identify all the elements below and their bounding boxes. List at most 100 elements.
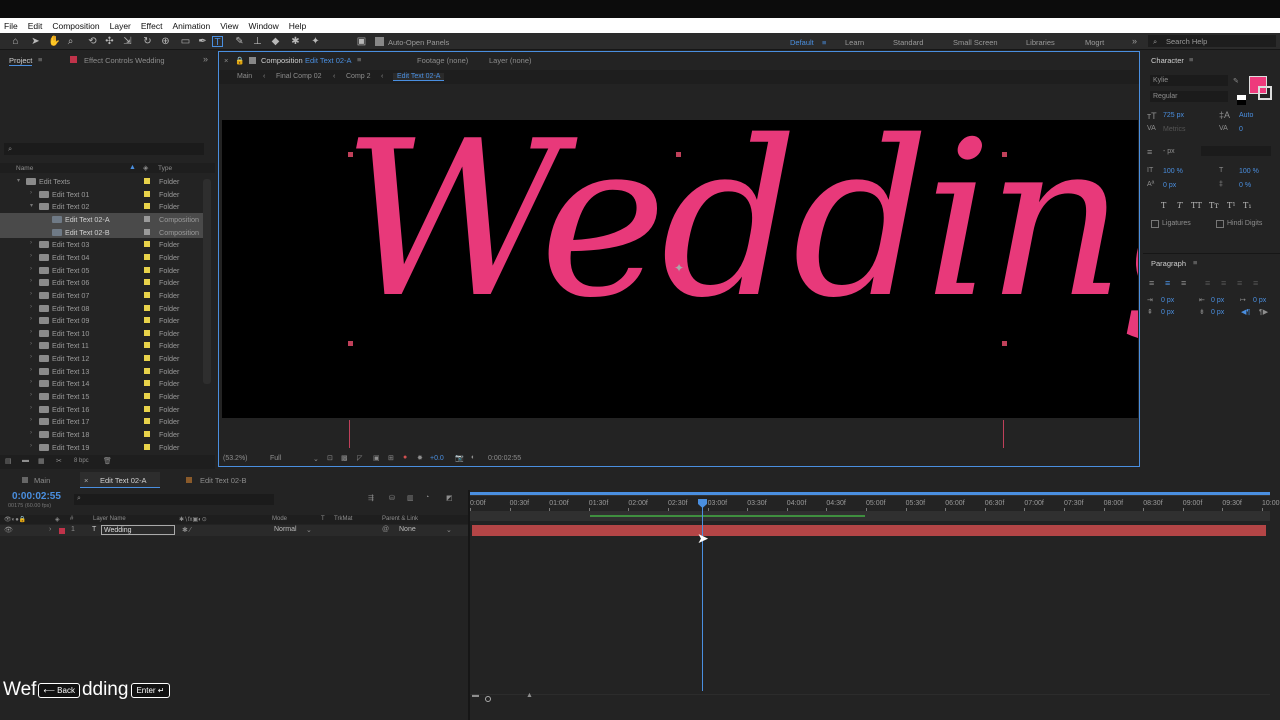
project-item[interactable]: › Edit Text 03 Folder — [0, 238, 205, 251]
superscript-button[interactable]: T¹ — [1227, 201, 1236, 210]
close-icon[interactable]: × — [224, 56, 228, 65]
label-swatch[interactable] — [144, 215, 150, 222]
subscript-button[interactable]: T₁ — [1243, 201, 1252, 210]
mask-visibility-icon[interactable]: ◸ — [357, 454, 362, 462]
menu-effect[interactable]: Effect — [141, 21, 163, 31]
breadcrumb-comp2[interactable]: Comp 2 — [346, 73, 371, 80]
layer-row[interactable]: 👁 › 1 T Wedding ✱ ⁄ Normal ⌄ @ None ⌄ — [0, 525, 468, 536]
layer-label-swatch[interactable] — [59, 528, 65, 534]
comp-menu-icon[interactable]: ≡ — [357, 55, 361, 64]
timeline-timecode[interactable]: 0:00:02:55 — [12, 491, 61, 502]
label-swatch[interactable] — [144, 367, 150, 374]
project-item[interactable]: › Edit Text 12 Folder — [0, 352, 205, 365]
close-icon[interactable]: × — [84, 476, 88, 485]
project-tab[interactable]: Project — [9, 56, 33, 66]
indent-right-value[interactable]: 0 px — [1211, 297, 1224, 304]
hindi-digits-checkbox[interactable] — [1216, 220, 1224, 228]
effect-controls-tab[interactable]: Effect Controls Wedding — [84, 56, 165, 65]
label-swatch[interactable] — [144, 266, 150, 273]
comp-mini-flowchart-icon[interactable]: ⇶ — [368, 494, 374, 502]
brush-tool-icon[interactable]: ✎ — [234, 36, 245, 47]
label-swatch[interactable] — [144, 203, 150, 210]
rtl-direction-icon[interactable]: ¶▶ — [1259, 308, 1268, 316]
chevron-down-icon[interactable]: ⌄ — [313, 455, 319, 463]
show-snapshot-icon[interactable]: ◐ — [471, 454, 475, 461]
region-icon[interactable]: ⊡ — [327, 454, 333, 462]
hand-tool-icon[interactable]: ✋ — [48, 36, 60, 47]
faux-italic-button[interactable]: T — [1177, 201, 1182, 210]
project-item[interactable]: › Edit Text 01 Folder — [0, 188, 205, 201]
project-item[interactable]: › Edit Text 11 Folder — [0, 339, 205, 352]
project-item[interactable]: › Edit Text 16 Folder — [0, 403, 205, 416]
workspace-default[interactable]: Default — [790, 38, 814, 47]
bounding-handle[interactable] — [348, 152, 353, 157]
kerning-value[interactable]: Metrics — [1163, 126, 1186, 133]
timeline-tab-b[interactable]: Edit Text 02-B — [200, 476, 247, 485]
layer-name-header[interactable]: Layer Name — [93, 516, 126, 522]
project-item[interactable]: › Edit Text 07 Folder — [0, 289, 205, 302]
align-left-icon[interactable]: ≡ — [1149, 278, 1154, 288]
puppet-tool-icon[interactable]: ✦ — [310, 36, 321, 47]
indent-first-value[interactable]: 0 px — [1253, 297, 1266, 304]
workspace-standard[interactable]: Standard — [893, 38, 923, 47]
zoom-in-icon[interactable]: ▲ — [526, 692, 533, 699]
project-item[interactable]: › Edit Text 18 Folder — [0, 428, 205, 441]
composition-tab-label[interactable]: Composition — [261, 56, 303, 65]
chevron-down-icon[interactable]: ▾ — [30, 202, 33, 209]
workspace-overflow-icon[interactable]: » — [1132, 36, 1137, 46]
vertical-scale-value[interactable]: 100 % — [1163, 168, 1183, 175]
label-swatch[interactable] — [144, 443, 150, 450]
chevron-right-icon[interactable]: › — [30, 354, 32, 360]
paragraph-menu-icon[interactable]: ≡ — [1193, 258, 1197, 267]
label-swatch[interactable] — [144, 393, 150, 400]
chevron-right-icon[interactable]: › — [30, 291, 32, 297]
bounding-handle[interactable] — [1002, 341, 1007, 346]
ligatures-checkbox[interactable] — [1151, 220, 1159, 228]
align-center-icon[interactable]: ≡ — [1165, 278, 1170, 288]
space-before-value[interactable]: 0 px — [1161, 309, 1174, 316]
project-item[interactable]: › Edit Text 09 Folder — [0, 314, 205, 327]
rotate-tool-icon[interactable]: ↻ — [142, 36, 153, 47]
project-item[interactable]: › Edit Text 15 Folder — [0, 390, 205, 403]
zoom-dropdown[interactable]: (53.2%) — [223, 455, 248, 462]
baseline-shift-value[interactable]: 0 px — [1163, 182, 1176, 189]
tracking-value[interactable]: 0 — [1239, 126, 1243, 133]
3d-view-icon[interactable]: ⊞ — [388, 454, 394, 462]
av-features-icon[interactable]: 👁◐●🔒 — [4, 516, 26, 523]
layer-tab[interactable]: Layer (none) — [489, 56, 532, 65]
home-icon[interactable]: ⌂ — [10, 36, 21, 47]
font-size-value[interactable]: 725 px — [1163, 112, 1184, 119]
menu-edit[interactable]: Edit — [28, 21, 43, 31]
project-item[interactable]: › Edit Text 06 Folder — [0, 276, 205, 289]
eraser-tool-icon[interactable]: ◆ — [270, 36, 281, 47]
justify-last-left-icon[interactable]: ≡ — [1205, 278, 1210, 288]
label-swatch[interactable] — [144, 190, 150, 197]
graph-editor-icon[interactable]: ◩ — [446, 494, 453, 502]
faux-bold-button[interactable]: T — [1161, 201, 1166, 210]
layer-name-field[interactable]: Wedding — [101, 525, 175, 535]
name-column-header[interactable]: Name — [16, 165, 33, 172]
delete-icon[interactable]: 🗑 — [103, 457, 112, 465]
workspace-mogrt[interactable]: Mogrt — [1085, 38, 1104, 47]
stroke-color-swatch[interactable] — [1258, 86, 1272, 100]
workspace-libraries[interactable]: Libraries — [1026, 38, 1055, 47]
project-item[interactable]: ▾ Edit Texts Folder — [0, 175, 205, 188]
track-tool-icon[interactable]: ⇲ — [122, 36, 133, 47]
character-menu-icon[interactable]: ≡ — [1189, 55, 1193, 64]
switches-header-icon[interactable]: ✱∖fx▣◐⊙ — [179, 516, 207, 523]
frame-blending-icon[interactable]: ◔ — [425, 494, 429, 501]
lock-icon[interactable]: 🔒 — [235, 56, 244, 65]
project-item[interactable]: ▾ Edit Text 02 Folder — [0, 200, 205, 213]
menu-layer[interactable]: Layer — [110, 21, 131, 31]
project-item[interactable]: › Edit Text 04 Folder — [0, 251, 205, 264]
resolution-dropdown[interactable]: Full — [270, 455, 281, 462]
timeline-tab-active[interactable]: × Edit Text 02-A — [80, 472, 160, 488]
draft-3d-icon[interactable]: ⛁ — [389, 494, 395, 502]
orbit-tool-icon[interactable]: ⟲ — [87, 36, 98, 47]
label-swatch[interactable] — [144, 405, 150, 412]
anchor-point-icon[interactable]: ✦ — [674, 261, 684, 275]
chevron-right-icon[interactable]: › — [30, 190, 32, 196]
justify-last-center-icon[interactable]: ≡ — [1221, 278, 1226, 288]
footage-tab[interactable]: Footage (none) — [417, 56, 468, 65]
layer-switches-icon[interactable]: ✱ ⁄ — [182, 526, 191, 534]
